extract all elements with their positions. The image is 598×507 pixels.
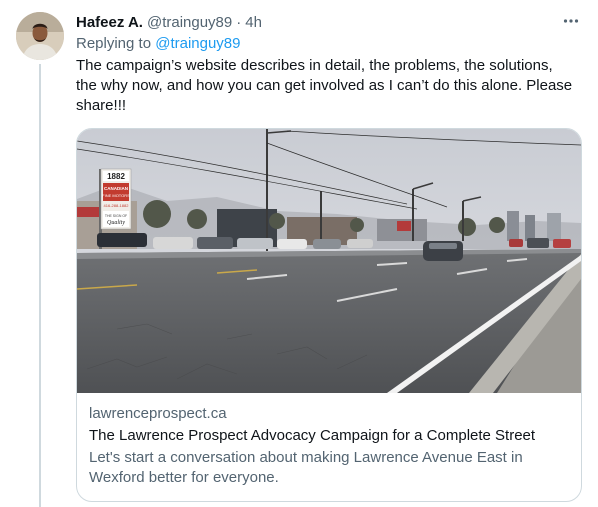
sign-line3: THE SIGN OF bbox=[105, 214, 127, 218]
street-photo: 1882 CANADIAN FINE MOTORS 416-288-1882 T… bbox=[77, 129, 581, 393]
sign-phone: 416-288-1882 bbox=[104, 203, 130, 208]
timestamp[interactable]: 4h bbox=[245, 14, 262, 31]
replying-to-handle[interactable]: @trainguy89 bbox=[155, 35, 240, 52]
replying-to: Replying to @trainguy89 bbox=[76, 35, 241, 52]
tweet-header: Hafeez A. @trainguy89 · 4h bbox=[76, 12, 582, 32]
more-options-button[interactable] bbox=[560, 10, 582, 32]
avatar-image bbox=[16, 12, 64, 60]
link-card[interactable]: 1882 CANADIAN FINE MOTORS 416-288-1882 T… bbox=[76, 128, 582, 502]
separator-dot: · bbox=[236, 13, 242, 31]
card-image: 1882 CANADIAN FINE MOTORS 416-288-1882 T… bbox=[77, 129, 581, 393]
sign-line4: Quality bbox=[107, 220, 125, 226]
thread-line bbox=[39, 64, 41, 507]
avatar[interactable] bbox=[16, 12, 64, 60]
author-handle[interactable]: @trainguy89 bbox=[147, 14, 232, 31]
card-description: Let's start a conversation about making … bbox=[89, 449, 523, 486]
sign-line1: CANADIAN bbox=[104, 186, 128, 191]
more-horizontal-icon bbox=[563, 19, 579, 23]
card-domain: lawrenceprospect.ca bbox=[89, 405, 227, 422]
author-name[interactable]: Hafeez A. bbox=[76, 14, 143, 31]
tweet-text: The campaign’s website describes in deta… bbox=[76, 57, 573, 114]
replying-to-label: Replying to bbox=[76, 35, 152, 52]
card-body: lawrenceprospect.ca The Lawrence Prospec… bbox=[89, 404, 569, 488]
card-title: The Lawrence Prospect Advocacy Campaign … bbox=[89, 427, 536, 444]
sign-line2: FINE MOTORS bbox=[102, 193, 130, 198]
sign-number: 1882 bbox=[107, 172, 125, 181]
